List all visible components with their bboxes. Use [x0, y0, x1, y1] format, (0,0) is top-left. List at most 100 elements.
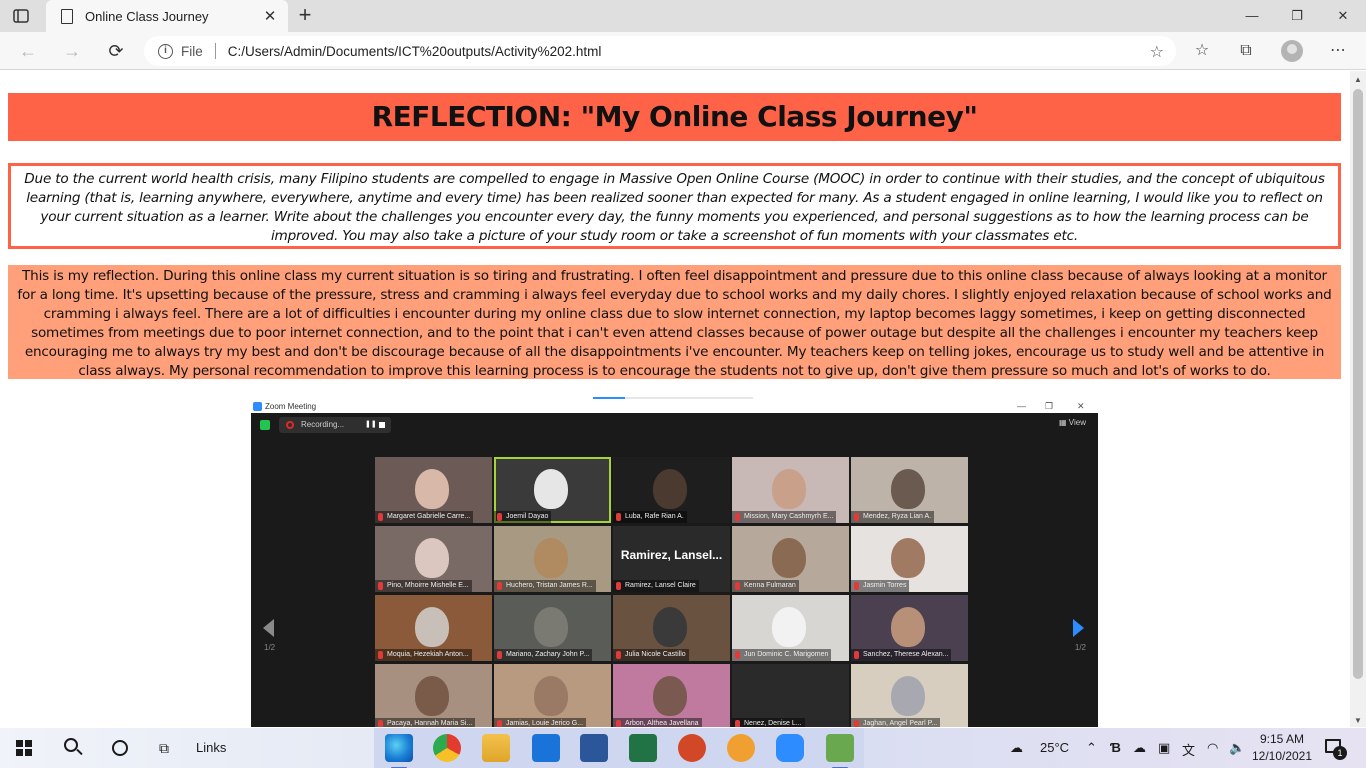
search-icon[interactable]	[64, 738, 78, 752]
powerpoint-icon[interactable]	[678, 734, 706, 762]
info-icon[interactable]: i	[158, 43, 173, 59]
loading-progress	[593, 397, 753, 399]
close-window-button[interactable]: ✕	[1332, 6, 1354, 26]
participant-name: Joemil Dayao	[494, 511, 552, 523]
participant-name: Huchero, Tristan James R...	[494, 580, 596, 592]
recording-dot-icon	[286, 421, 294, 429]
windows-taskbar: ⧉ Links ☁ 25°C ⌃ Ɓ ☁ ▣ 文 ◠ 🔈 9:15 AM 12/…	[0, 728, 1366, 768]
zoom-close-icon: ✕	[1077, 401, 1085, 411]
recording-label: Recording...	[301, 420, 345, 429]
participant-video	[534, 538, 568, 578]
participant-tile: Pacaya, Hannah Maria Si...	[375, 664, 492, 727]
edge-icon[interactable]	[385, 734, 413, 768]
participant-video	[772, 469, 806, 509]
participant-video	[653, 469, 687, 509]
participant-video	[415, 538, 449, 578]
zoom-minimize-icon: —	[1017, 401, 1026, 411]
maximize-button[interactable]: ❐	[1286, 6, 1308, 26]
zoom-icon[interactable]	[776, 734, 804, 762]
show-hidden-icons[interactable]: ⌃	[1086, 740, 1097, 756]
tab-close-button[interactable]: ✕	[262, 7, 278, 25]
meet-now-icon[interactable]: ▣	[1158, 740, 1170, 756]
page-viewport: REFLECTION: "My Online Class Journey" Du…	[0, 71, 1350, 727]
chrome-icon[interactable]	[433, 734, 461, 762]
start-icon[interactable]	[16, 740, 32, 756]
pause-icon: ❚❚	[365, 421, 377, 428]
refresh-icon[interactable]: ⟳	[105, 40, 127, 62]
onedrive-icon[interactable]: ☁	[1133, 740, 1146, 756]
cortana-icon[interactable]	[112, 740, 128, 756]
participant-name: Kenna Fulmaran	[732, 580, 799, 592]
notification-badge: 1	[1333, 746, 1347, 760]
participant-tile: Julia Nicole Castillo	[613, 595, 730, 661]
participant-name: Ramirez, Lansel Claire	[613, 580, 699, 592]
participant-tile: Jun Dominic C. Marigomen	[732, 595, 849, 661]
browser-tab-active[interactable]: Online Class Journey ✕	[46, 0, 288, 32]
participant-name: Pacaya, Hannah Maria Si...	[375, 718, 476, 727]
collections-icon[interactable]: ⧉	[1235, 41, 1257, 63]
favorites-icon[interactable]: ☆	[1191, 41, 1213, 63]
participant-tile: Jaghan, Angel Pearl P...	[851, 664, 968, 727]
new-tab-button[interactable]: +	[294, 3, 316, 29]
scroll-down-icon[interactable]: ▼	[1354, 716, 1362, 725]
page-indicator-left: 1/2	[264, 643, 276, 652]
scrollbar-thumb[interactable]	[1353, 89, 1363, 679]
volume-icon[interactable]: 🔈	[1229, 740, 1245, 756]
page-scrollbar[interactable]: ▲ ▼	[1350, 71, 1366, 727]
security-shield-icon	[260, 420, 270, 430]
participant-name: Jun Dominic C. Marigomen	[732, 649, 832, 661]
excel-icon[interactable]	[629, 734, 657, 762]
participant-tile: Pino, Mhoirre Mishelle E...	[375, 526, 492, 592]
system-clock[interactable]: 9:15 AM 12/10/2021	[1250, 731, 1314, 765]
page-title: REFLECTION: "My Online Class Journey"	[8, 93, 1341, 141]
participant-video	[415, 607, 449, 647]
word-icon[interactable]	[580, 734, 608, 762]
zoom-meeting-body: Recording... ❚❚ ▦ View 1/2 1/2 Margaret …	[251, 413, 1098, 727]
participant-name: Mission, Mary Cashmyrh E...	[732, 511, 837, 523]
participant-tile: Jamias, Louie Jerico G...	[494, 664, 611, 727]
task-view-icon[interactable]: ⧉	[159, 740, 177, 756]
add-favorite-icon[interactable]: ☆	[1150, 42, 1164, 62]
tab-title: Online Class Journey	[85, 8, 209, 24]
zoom-top-bar: Recording... ❚❚ ▦ View	[251, 413, 1098, 437]
links-toolbar[interactable]: Links	[196, 740, 226, 760]
url-text[interactable]: C:/Users/Admin/Documents/ICT%20outputs/A…	[228, 44, 602, 59]
mail-icon[interactable]	[532, 734, 560, 762]
address-separator	[214, 43, 216, 59]
participant-tile: Huchero, Tristan James R...	[494, 526, 611, 592]
weather-temperature[interactable]: 25°C	[1040, 740, 1069, 755]
ime-icon[interactable]: Ɓ	[1110, 740, 1121, 755]
brave-icon[interactable]	[727, 734, 755, 762]
back-icon[interactable]: ←	[17, 40, 39, 62]
participant-name: Mendez, Ryza Lian A.	[851, 511, 935, 523]
participant-tile: Ramirez, Lansel... Ramirez, Lansel Claire	[613, 526, 730, 592]
page-indicator-right: 1/2	[1074, 643, 1086, 652]
participant-name: Luba, Rafe Rian A.	[613, 511, 687, 523]
participant-video	[653, 676, 687, 716]
weather-icon[interactable]: ☁	[1010, 740, 1023, 756]
participant-display-name: Ramirez, Lansel...	[620, 548, 723, 562]
next-page-icon	[1073, 619, 1084, 637]
prev-page-icon	[263, 619, 274, 637]
language-icon[interactable]: 文	[1182, 740, 1195, 759]
scroll-up-icon[interactable]: ▲	[1354, 75, 1362, 84]
reflection-text: This is my reflection. During this onlin…	[8, 265, 1341, 379]
profile-avatar[interactable]	[1281, 40, 1303, 62]
wifi-icon[interactable]: ◠	[1207, 740, 1218, 756]
participant-video	[772, 607, 806, 647]
tab-actions-icon[interactable]	[12, 7, 30, 25]
participant-name: Julia Nicole Castillo	[613, 649, 689, 661]
participant-tile: Mariano, Zachary John P...	[494, 595, 611, 661]
participant-name: Mariano, Zachary John P...	[494, 649, 593, 661]
more-icon[interactable]: ⋯	[1327, 41, 1349, 63]
minimize-button[interactable]: —	[1241, 6, 1263, 26]
zoom-window-title: Zoom Meeting	[265, 402, 317, 411]
notification-icon[interactable]: 1	[1325, 739, 1347, 760]
participant-tile: Margaret Gabrielle Carre...	[375, 457, 492, 523]
address-bar[interactable]: i File C:/Users/Admin/Documents/ICT%20ou…	[144, 36, 1176, 66]
file-explorer-icon[interactable]	[482, 734, 510, 762]
forward-icon[interactable]: →	[61, 40, 83, 62]
participant-tile: Moquia, Hezekiah Anton...	[375, 595, 492, 661]
participant-tile: Mendez, Ryza Lian A.	[851, 457, 968, 523]
notepad-icon[interactable]	[826, 734, 854, 768]
